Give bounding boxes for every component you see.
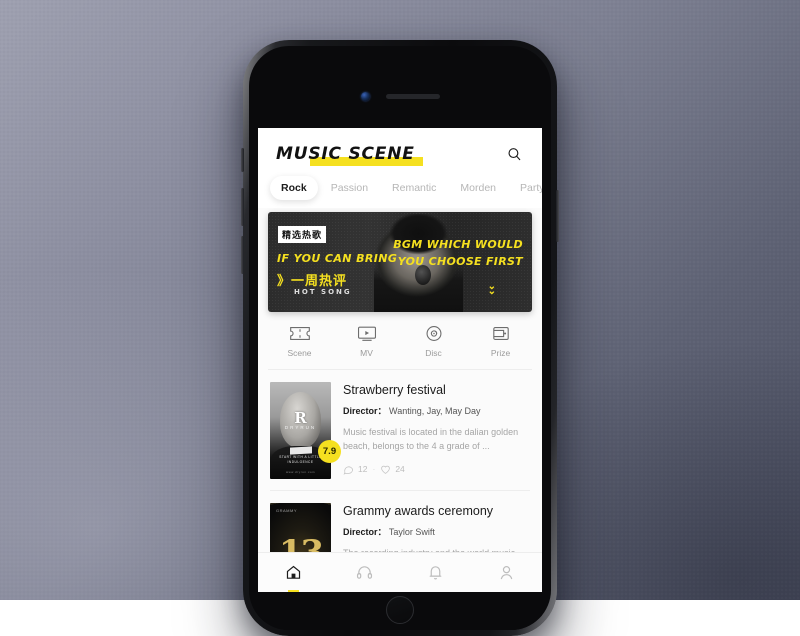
volume-up-button[interactable]: [241, 188, 244, 226]
scroll-content[interactable]: 精选热歌 IF YOU CAN BRING 》一周热评 HOT SONG BGM…: [258, 208, 542, 552]
quick-action-scene-label: Scene: [287, 348, 312, 358]
power-button[interactable]: [556, 190, 559, 242]
quick-action-disc[interactable]: Disc: [400, 324, 467, 358]
home-button-area: [258, 592, 542, 630]
banner-headline-left: IF YOU CAN BRING: [277, 252, 398, 265]
comment-count-group[interactable]: 12: [343, 464, 367, 475]
list-item[interactable]: R DRYRUN START WITH A LITTLE INDULGENCE …: [258, 370, 542, 490]
quick-action-prize[interactable]: Prize: [467, 324, 534, 358]
list-item-thumb-wrap: R DRYRUN START WITH A LITTLE INDULGENCE …: [270, 382, 341, 479]
list-item[interactable]: GRAMMY 13 Grammy awards ceremony Directo…: [258, 491, 542, 552]
list-item-director: Director： Wanting, Jay, May Day: [343, 404, 530, 417]
nav-item-home[interactable]: [258, 553, 329, 592]
tab-morden[interactable]: Morden: [449, 176, 507, 200]
volume-down-button[interactable]: [241, 236, 244, 274]
list-item-director-value: Wanting, Jay, May Day: [389, 406, 481, 416]
phone-sensor-row: [249, 92, 551, 101]
like-count-group[interactable]: 24: [380, 464, 405, 475]
silent-switch[interactable]: [241, 148, 244, 172]
list-item-director-value: Taylor Swift: [388, 527, 435, 537]
banner-headline-right-2: YOU CHOOSE FIRST: [397, 255, 523, 268]
user-icon: [500, 566, 513, 580]
search-button[interactable]: [502, 142, 526, 166]
hero-banner[interactable]: 精选热歌 IF YOU CAN BRING 》一周热评 HOT SONG BGM…: [268, 212, 532, 312]
list-item-poster: R DRYRUN START WITH A LITTLE INDULGENCE …: [270, 382, 331, 479]
tab-remantic[interactable]: Remantic: [381, 176, 447, 200]
bell-icon: [429, 566, 442, 580]
tab-passion[interactable]: Passion: [320, 176, 379, 200]
poster-mini-logo: GRAMMY: [276, 508, 297, 513]
meta-separator: ·: [372, 464, 376, 475]
poster-brand: DRYRUN: [284, 424, 317, 430]
list-item-title: Strawberry festival: [343, 383, 446, 397]
ticket-icon: [289, 327, 310, 340]
quick-action-row: Scene MV Disc Prize: [258, 312, 542, 369]
wallet-icon: [492, 327, 509, 340]
bottom-navigation: [258, 552, 542, 592]
list-item-director-label: Director：: [343, 527, 387, 537]
earpiece-speaker: [385, 94, 440, 99]
rating-badge: 7.9: [318, 440, 341, 463]
app-header: MUSIC SCENE: [258, 128, 542, 170]
quick-action-disc-label: Disc: [425, 348, 442, 358]
quick-action-prize-label: Prize: [490, 348, 511, 358]
home-button[interactable]: [386, 596, 414, 624]
list-item-body: Grammy awards ceremony Director： Taylor …: [343, 503, 530, 552]
disc-icon: [426, 326, 441, 341]
list-item-description: The recording industry and the world mus…: [343, 547, 530, 552]
nav-item-profile[interactable]: [471, 553, 542, 592]
phone-body: MUSIC SCENE Rock Passion Remantic Morden…: [249, 46, 551, 630]
heart-icon: [381, 465, 391, 474]
home-icon: [286, 565, 301, 579]
comment-count: 12: [358, 464, 368, 475]
app-logo-text: MUSIC SCENE: [276, 143, 415, 164]
list-item-director: Director： Taylor Swift: [343, 525, 530, 538]
monitor-play-icon: [357, 326, 376, 341]
category-tabs: Rock Passion Remantic Morden Party: [258, 170, 542, 208]
nav-item-headphones[interactable]: [329, 553, 400, 592]
tab-rock[interactable]: Rock: [270, 176, 318, 200]
poster-number: 13: [279, 533, 324, 552]
banner-subtitle-cn: 》一周热评: [277, 274, 348, 289]
search-icon: [507, 147, 520, 160]
quick-action-mv-label: MV: [360, 348, 373, 358]
like-count: 24: [395, 464, 405, 475]
poster-collar-shape: [289, 446, 312, 455]
list-item-title: Grammy awards ceremony: [343, 504, 494, 518]
quick-action-scene[interactable]: Scene: [266, 324, 333, 358]
banner-subtitle-en: HOT SONG: [294, 288, 352, 296]
list-item-thumb-wrap: GRAMMY 13: [270, 503, 331, 552]
double-chevron-down-icon: ⌄ ⌄: [487, 281, 496, 297]
tab-party[interactable]: Party: [509, 176, 542, 200]
phone-mockup: MUSIC SCENE Rock Passion Remantic Morden…: [241, 40, 559, 636]
front-camera-icon: [360, 92, 370, 101]
poster-url: www.dryrun.com: [285, 470, 316, 475]
list-item-meta: 12 · 24: [343, 464, 530, 475]
nav-item-notifications[interactable]: [400, 553, 471, 592]
quick-action-mv[interactable]: MV: [333, 324, 400, 358]
headphones-icon: [356, 566, 373, 579]
list-item-body: Strawberry festival Director： Wanting, J…: [343, 382, 530, 479]
app-logo: MUSIC SCENE: [274, 143, 423, 166]
banner-tag: 精选热歌: [278, 226, 327, 243]
list-item-description: Music festival is located in the dalian …: [343, 427, 519, 451]
list-item-director-label: Director：: [343, 406, 387, 416]
banner-headline-right-1: BGM WHICH WOULD: [393, 238, 523, 251]
app-screen: MUSIC SCENE Rock Passion Remantic Morden…: [258, 128, 542, 592]
list-item-poster: GRAMMY 13: [270, 503, 331, 552]
comment-icon: [343, 466, 354, 475]
